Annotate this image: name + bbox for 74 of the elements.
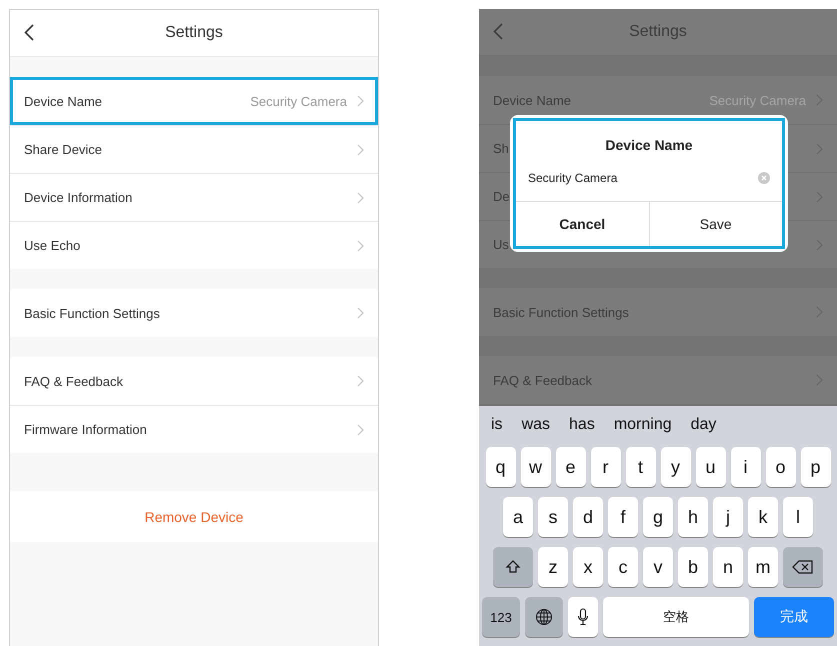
settings-row[interactable]: Device Information (10, 173, 378, 221)
globe-icon (535, 608, 553, 626)
dictation-key[interactable] (568, 597, 598, 637)
row-label: Device Name (24, 94, 102, 108)
letter-key[interactable]: o (766, 447, 796, 487)
letter-key[interactable]: u (696, 447, 726, 487)
shift-icon (505, 559, 521, 575)
row-label: Us (493, 237, 509, 252)
row-label: Sh (493, 141, 509, 156)
row-label: Device Information (24, 190, 132, 205)
back-icon[interactable] (24, 24, 34, 41)
letter-key[interactable]: r (590, 447, 620, 487)
settings-row[interactable]: Use Echo (10, 221, 378, 269)
letter-key[interactable]: m (748, 547, 778, 587)
settings-row[interactable]: Firmware Information (10, 405, 378, 453)
shift-key[interactable] (493, 547, 533, 587)
suggestion-word[interactable]: is (491, 416, 503, 434)
letter-key[interactable]: l (783, 497, 813, 537)
letter-key[interactable]: f (608, 497, 638, 537)
row-value: Security Camera (250, 94, 347, 108)
chevron-icon (357, 375, 364, 387)
settings-row[interactable]: Basic Function Settings (10, 289, 378, 337)
letter-key[interactable]: e (556, 447, 586, 487)
chevron-icon (357, 192, 364, 204)
suggestion-word[interactable]: was (522, 416, 550, 434)
screen-title: Settings (165, 24, 223, 42)
settings-row[interactable]: FAQ & Feedback (10, 357, 378, 405)
row-label: Firmware Information (24, 422, 147, 437)
letter-key[interactable]: i (730, 447, 760, 487)
chevron-icon (357, 424, 364, 436)
letter-key[interactable]: h (678, 497, 708, 537)
backspace-key[interactable] (783, 547, 823, 587)
letter-key[interactable]: v (643, 547, 673, 587)
chevron-icon (357, 240, 364, 252)
row-label: Device Name (493, 92, 572, 108)
letter-key[interactable]: w (520, 447, 550, 487)
letter-key[interactable]: s (538, 497, 568, 537)
letter-key[interactable]: q (486, 447, 516, 487)
chevron-icon (357, 307, 364, 319)
letter-key[interactable]: y (660, 447, 690, 487)
row-label: FAQ & Feedback (24, 374, 123, 388)
backspace-icon (792, 559, 814, 575)
letter-key[interactable]: t (626, 447, 656, 487)
chevron-icon (357, 95, 364, 107)
letter-key[interactable]: g (643, 497, 673, 537)
settings-row[interactable]: Share Device (10, 125, 378, 173)
letter-key[interactable]: b (678, 547, 708, 587)
letter-key[interactable]: z (538, 547, 568, 587)
chevron-icon (357, 144, 364, 156)
row-label: Basic Function Settings (493, 304, 629, 320)
suggestion-word[interactable]: day (690, 416, 716, 434)
globe-key[interactable] (525, 597, 563, 637)
row-label: Use Echo (24, 238, 80, 253)
dialog-title: Device Name (604, 136, 694, 155)
letter-key[interactable]: n (713, 547, 743, 587)
suggestion-word[interactable]: has (569, 416, 595, 434)
suggestion-word[interactable]: morning (614, 416, 672, 434)
settings-row[interactable]: Device Name Security Camera (10, 77, 378, 125)
row-label: Share Device (24, 142, 102, 157)
letter-key[interactable]: p (800, 447, 830, 487)
microphone-icon (577, 608, 589, 626)
done-key[interactable]: 完成 (754, 597, 834, 637)
letter-key[interactable]: j (713, 497, 743, 537)
letter-key[interactable]: a (503, 497, 533, 537)
screen-title: Settings (629, 23, 687, 41)
row-label: De (493, 189, 510, 204)
letter-key[interactable]: d (573, 497, 603, 537)
letter-key[interactable]: k (748, 497, 778, 537)
row-label: Basic Function Settings (24, 306, 160, 320)
space-key[interactable]: 空格 (603, 597, 749, 637)
row-label: FAQ & Feedback (493, 372, 592, 388)
letter-key[interactable]: x (573, 547, 603, 587)
numbers-key[interactable]: 123 (482, 597, 520, 637)
letter-key[interactable]: c (608, 547, 638, 587)
